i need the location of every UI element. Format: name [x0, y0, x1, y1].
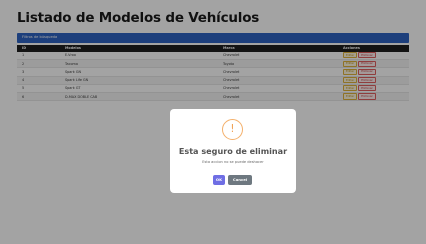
dialog-title: Esta seguro de eliminar	[178, 146, 288, 156]
dialog-message: Esta accion no se puede deshacer	[202, 160, 264, 164]
confirm-delete-dialog: ! Esta seguro de eliminar Esta accion no…	[170, 109, 296, 193]
ok-button[interactable]: OK	[213, 175, 225, 185]
cancel-button[interactable]: Cancel	[228, 175, 252, 185]
warning-icon: !	[222, 119, 243, 140]
